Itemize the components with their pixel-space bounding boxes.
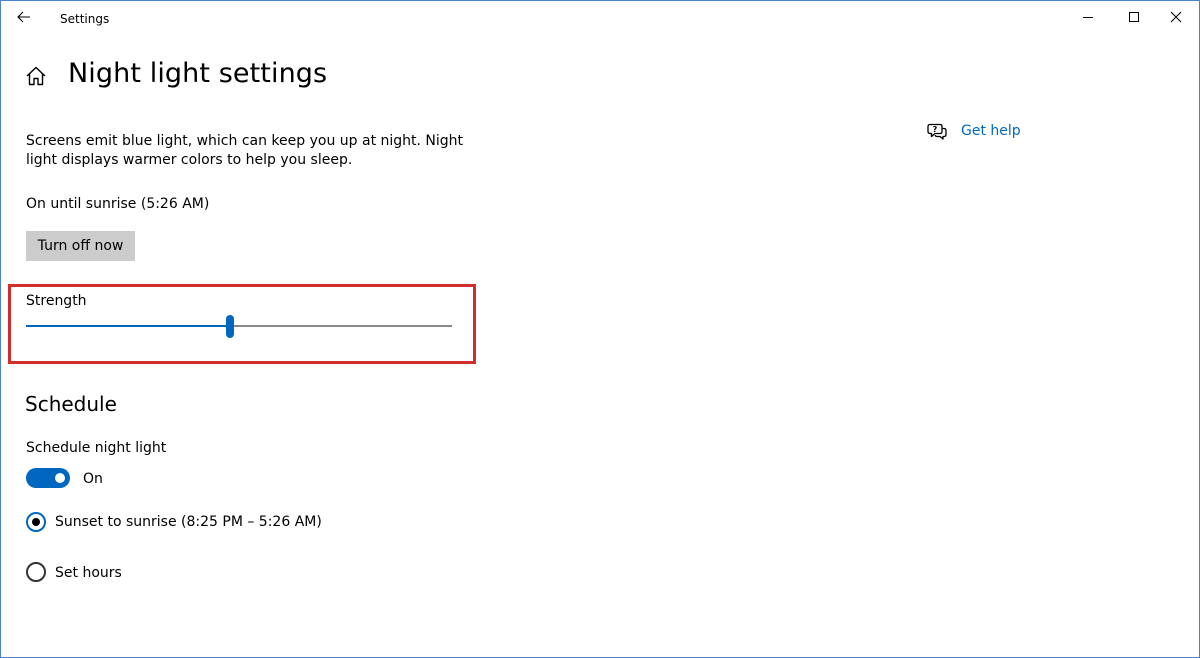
maximize-button[interactable]: [1111, 1, 1157, 33]
slider-thumb[interactable]: [226, 315, 234, 338]
close-icon: [1170, 11, 1182, 23]
schedule-toggle[interactable]: [26, 468, 70, 488]
app-title: Settings: [60, 12, 110, 26]
radio-dot: [32, 518, 40, 526]
page-title: Night light settings: [68, 58, 328, 89]
get-help[interactable]: ? Get help: [927, 122, 1021, 140]
back-arrow-icon: [17, 11, 30, 23]
radio-set-hours[interactable]: [26, 562, 46, 582]
toggle-knob: [55, 473, 65, 483]
strength-label: Strength: [26, 293, 87, 309]
get-help-link[interactable]: Get help: [961, 123, 1021, 139]
schedule-heading: Schedule: [25, 392, 117, 416]
schedule-night-light-label: Schedule night light: [26, 440, 167, 456]
strength-slider[interactable]: [26, 315, 452, 339]
radio-label-set-hours[interactable]: Set hours: [55, 565, 122, 581]
maximize-icon: [1129, 12, 1139, 22]
minimize-icon: [1083, 17, 1093, 18]
night-light-status: On until sunrise (5:26 AM): [26, 196, 210, 212]
close-button[interactable]: [1153, 1, 1199, 33]
slider-fill: [26, 325, 230, 327]
home-icon[interactable]: [25, 65, 47, 87]
turn-off-now-button[interactable]: Turn off now: [26, 231, 135, 261]
help-chat-icon: ?: [927, 123, 947, 140]
settings-window: Settings Night light settings Screens em…: [0, 0, 1200, 658]
radio-label-sunset-to-sunrise[interactable]: Sunset to sunrise (8:25 PM – 5:26 AM): [55, 514, 322, 530]
night-light-description: Screens emit blue light, which can keep …: [26, 133, 464, 168]
minimize-button[interactable]: [1065, 1, 1111, 33]
svg-text:?: ?: [933, 125, 938, 134]
back-button[interactable]: [9, 5, 39, 29]
toggle-state-label: On: [83, 471, 103, 487]
radio-sunset-to-sunrise[interactable]: [26, 512, 46, 532]
title-bar: Settings: [1, 1, 1199, 37]
